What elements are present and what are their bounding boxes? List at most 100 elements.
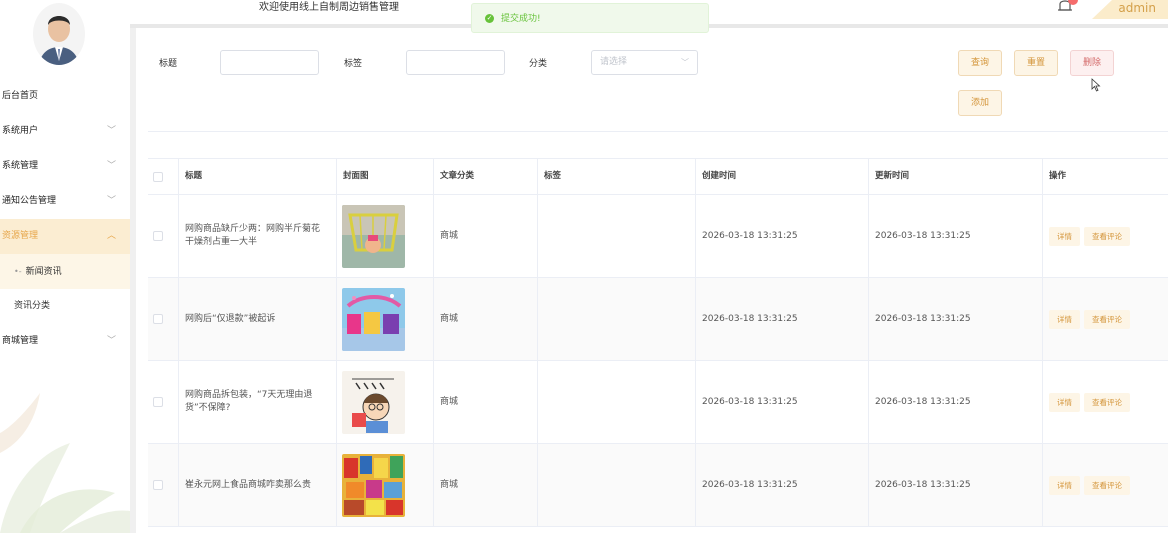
row-updated: 2026-03-18 13:31:25: [875, 313, 971, 324]
tag-cell: [538, 361, 696, 443]
row-category: 商城: [440, 479, 459, 490]
row-created: 2026-03-18 13:31:25: [702, 313, 798, 324]
view-comments-button[interactable]: 查看评论: [1084, 475, 1130, 495]
shopping-cart-image: [342, 204, 405, 268]
select-all-checkbox[interactable]: [153, 171, 163, 182]
updated-cell: 2026-03-18 13:31:25: [869, 444, 1043, 526]
updated-cell: 2026-03-18 13:31:25: [869, 361, 1043, 443]
title-cell: 网购后“仅退款”被起诉: [179, 278, 337, 360]
tropical-leaves-decoration: [0, 393, 130, 533]
delete-button[interactable]: 删除: [1070, 50, 1114, 76]
category-cell: 商城: [434, 444, 538, 526]
actions-cell: 详情 查看评论: [1043, 444, 1168, 526]
notification-badge: [1068, 0, 1078, 5]
row-title: 网购商品缺斤少两：网购半斤菊花 干燥剂占重一大半: [185, 224, 321, 247]
tag-input[interactable]: [406, 50, 505, 75]
chevron-down-icon: ﹀: [106, 336, 116, 346]
select-all-cell: [148, 159, 179, 194]
view-comments-button[interactable]: 查看评论: [1084, 309, 1130, 329]
column-header: 操作: [1043, 159, 1168, 194]
cover-cell: [337, 444, 434, 526]
view-comments-button[interactable]: 查看评论: [1084, 226, 1130, 246]
column-header: 文章分类: [434, 159, 538, 194]
row-created: 2026-03-18 13:31:25: [702, 230, 798, 241]
detail-button[interactable]: 详情: [1049, 475, 1080, 495]
column-header: 更新时间: [869, 159, 1043, 194]
sidebar-item-notices[interactable]: 通知公告管理 ﹀: [0, 184, 130, 219]
row-created: 2026-03-18 13:31:25: [702, 479, 798, 490]
title-cell: 网购商品拆包装，“7天无理由退货”不保障?: [179, 361, 337, 443]
sidebar-item-label: 新闻资讯: [25, 267, 62, 277]
row-checkbox[interactable]: [153, 480, 163, 490]
column-header: 标题: [179, 159, 337, 194]
column-category: 文章分类: [440, 171, 475, 181]
table-row: 网购商品缺斤少两：网购半斤菊花 干燥剂占重一大半 商城 2026-03-18 1…: [148, 195, 1168, 278]
query-button[interactable]: 查询: [958, 50, 1002, 76]
row-created: 2026-03-18 13:31:25: [702, 396, 798, 407]
user-menu[interactable]: admin: [1092, 0, 1168, 19]
sidebar-item-news-category[interactable]: 资讯分类: [0, 289, 130, 324]
created-cell: 2026-03-18 13:31:25: [696, 195, 869, 277]
category-cell: 商城: [434, 361, 538, 443]
success-toast: ✓ 提交成功!: [471, 3, 709, 33]
sidebar-item-label: 资讯分类: [14, 301, 51, 311]
reset-button[interactable]: 重置: [1014, 50, 1058, 76]
created-cell: 2026-03-18 13:31:25: [696, 444, 869, 526]
sidebar-item-news[interactable]: •- 新闻资讯: [0, 254, 130, 289]
cartoon-buyer-image: [342, 370, 405, 434]
tag-cell: [538, 278, 696, 360]
title-cell: 崔永元网上食品商城咋卖那么贵: [179, 444, 337, 526]
created-cell: 2026-03-18 13:31:25: [696, 361, 869, 443]
row-checkbox[interactable]: [153, 314, 163, 324]
main-content: 标题 标签 分类 请选择 ﹀ 查询 重置 删除 添加 标题 封面图 文章分类 标…: [136, 28, 1168, 533]
sidebar-item-label: 系统管理: [2, 161, 39, 171]
created-cell: 2026-03-18 13:31:25: [696, 278, 869, 360]
row-category: 商城: [440, 230, 459, 241]
title-input[interactable]: [220, 50, 319, 75]
category-cell: 商城: [434, 278, 538, 360]
table-row: 崔永元网上食品商城咋卖那么贵 商城 2026-03-18 13:31:25 20…: [148, 444, 1168, 527]
updated-cell: 2026-03-18 13:31:25: [869, 195, 1043, 277]
cover-cell: [337, 195, 434, 277]
category-cell: 商城: [434, 195, 538, 277]
check-circle-icon: ✓: [485, 14, 494, 23]
row-updated: 2026-03-18 13:31:25: [875, 396, 971, 407]
detail-button[interactable]: 详情: [1049, 309, 1080, 329]
sidebar-item-label: 通知公告管理: [2, 196, 57, 206]
sidebar-item-label: 商城管理: [2, 336, 39, 346]
table-row: 网购商品拆包装，“7天无理由退货”不保障? 商城 2026-03-18 13:3…: [148, 361, 1168, 444]
sidebar-item-resources[interactable]: 资源管理 ︿: [0, 219, 130, 254]
mouse-cursor-icon: [1091, 78, 1101, 92]
chevron-down-icon: ﹀: [106, 161, 116, 171]
snack-food-image: [342, 453, 405, 517]
view-comments-button[interactable]: 查看评论: [1084, 392, 1130, 412]
category-select[interactable]: 请选择 ﹀: [591, 50, 698, 75]
sidebar-item-system-users[interactable]: 系统用户 ﹀: [0, 114, 130, 149]
updated-cell: 2026-03-18 13:31:25: [869, 278, 1043, 360]
column-header: 创建时间: [696, 159, 869, 194]
row-title: 网购后“仅退款”被起诉: [185, 313, 276, 324]
title-cell: 网购商品缺斤少两：网购半斤菊花 干燥剂占重一大半: [179, 195, 337, 277]
welcome-text: 欢迎使用线上自制周边销售管理: [259, 2, 399, 13]
column-cover: 封面图: [343, 171, 369, 181]
row-checkbox[interactable]: [153, 231, 163, 241]
row-checkbox[interactable]: [153, 397, 163, 407]
row-category: 商城: [440, 396, 459, 407]
table-row: 网购后“仅退款”被起诉 商城 2026-03-18 13:31:25 2026-…: [148, 278, 1168, 361]
cover-cell: [337, 361, 434, 443]
tag-cell: [538, 444, 696, 526]
column-title: 标题: [185, 171, 203, 181]
chevron-down-icon: ﹀: [681, 58, 689, 67]
row-select-cell: [148, 444, 179, 526]
sidebar-item-home[interactable]: 后台首页: [0, 79, 130, 114]
sidebar-item-label: 后台首页: [2, 91, 39, 101]
sidebar-item-system-management[interactable]: 系统管理 ﹀: [0, 149, 130, 184]
column-header: 封面图: [337, 159, 434, 194]
detail-button[interactable]: 详情: [1049, 392, 1080, 412]
bullet-icon: •-: [14, 267, 22, 276]
add-button[interactable]: 添加: [958, 90, 1002, 116]
column-actions: 操作: [1049, 171, 1067, 181]
sidebar-item-shop[interactable]: 商城管理 ﹀: [0, 324, 130, 359]
chevron-down-icon: ﹀: [106, 126, 116, 136]
detail-button[interactable]: 详情: [1049, 226, 1080, 246]
